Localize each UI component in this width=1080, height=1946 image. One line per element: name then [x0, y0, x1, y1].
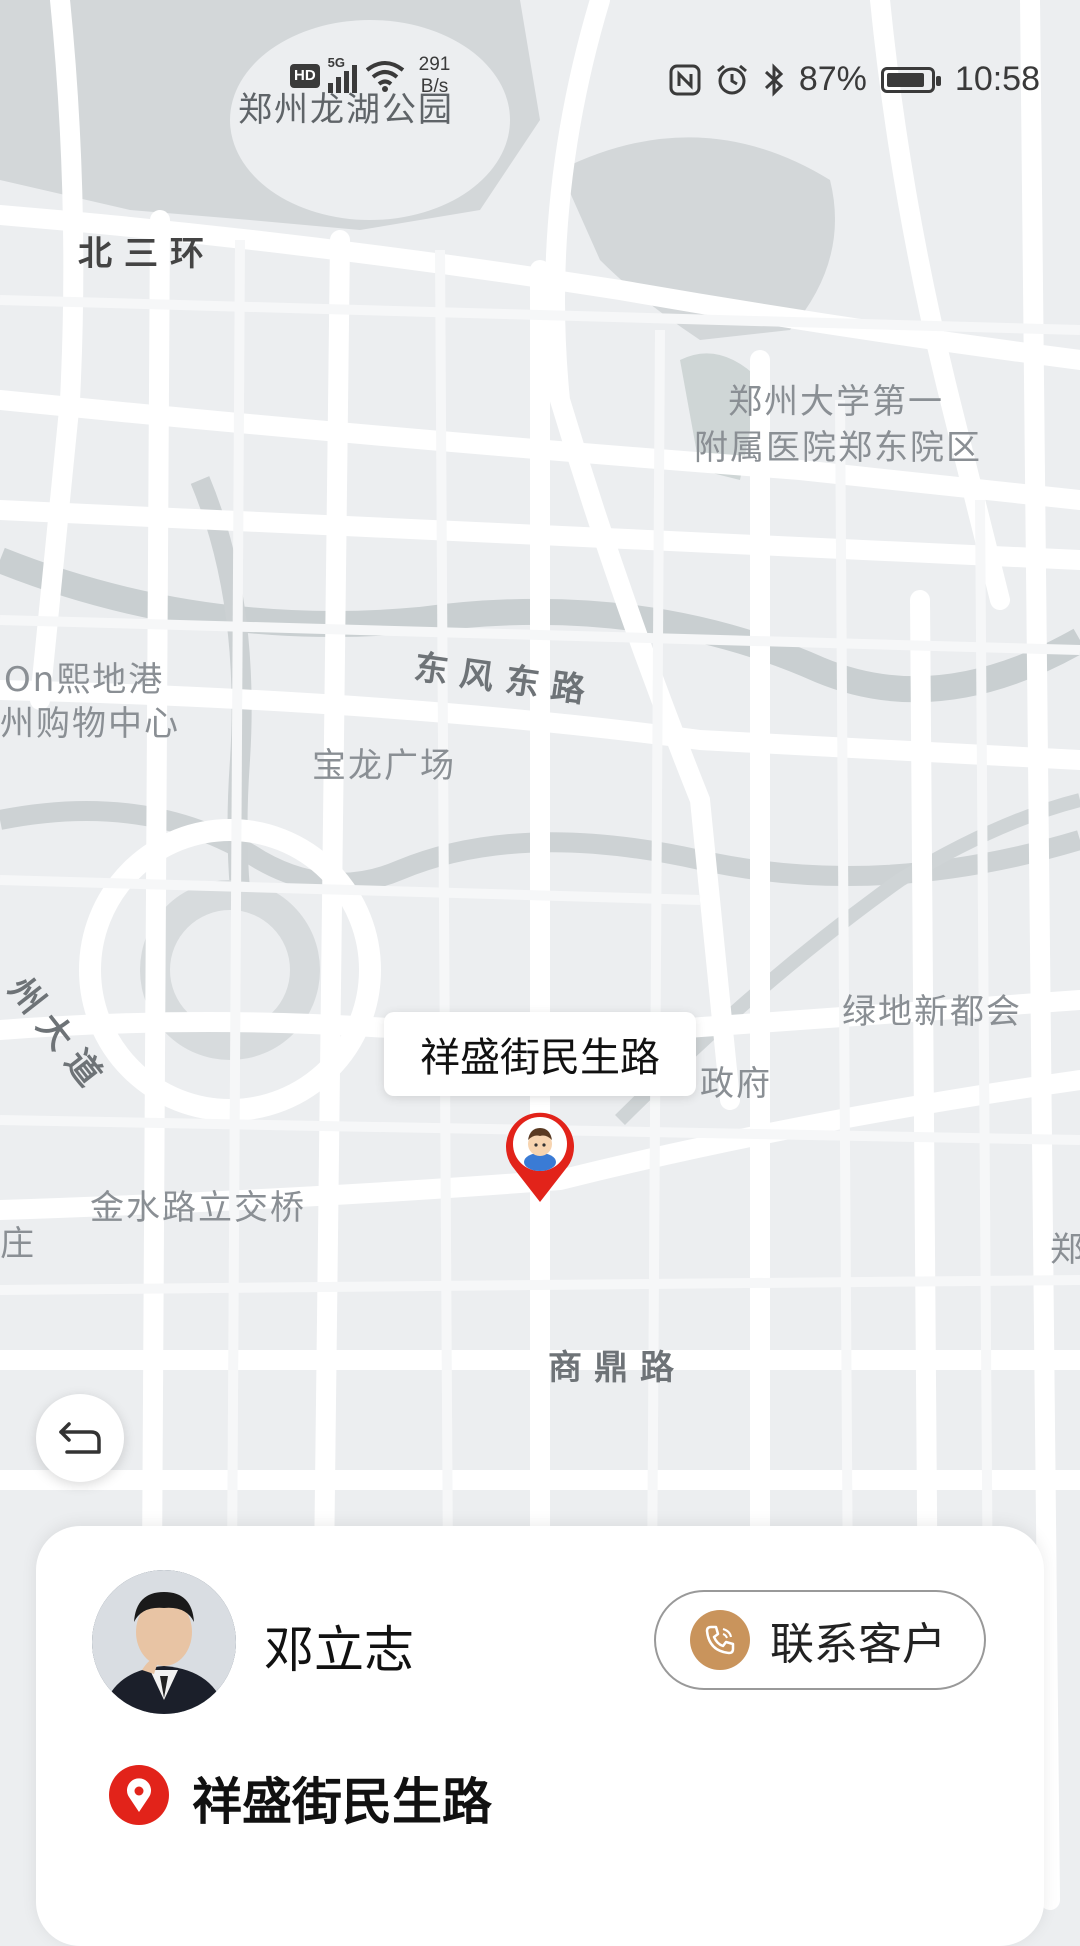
network-speed: 291 B/s: [418, 54, 451, 97]
map-label-government: 政府: [700, 1064, 772, 1104]
map-label-jinshui-bridge: 金水路立交桥: [90, 1188, 306, 1228]
wifi-icon: [365, 61, 404, 92]
map-label-shangding-road: 商鼎路: [548, 1348, 686, 1388]
map-label-hospital-line2: 附属医院郑东院区: [694, 428, 982, 468]
customer-card: 邓立志 联系客户 祥盛街民生路: [36, 1526, 1044, 1946]
location-pin-icon: [109, 1765, 169, 1825]
map-label-greenland: 绿地新都会: [842, 992, 1022, 1032]
phone-icon: [690, 1610, 750, 1670]
status-bar: HD 5G 291 B/s 87% 10:58: [0, 40, 1080, 120]
marker-callout[interactable]: 祥盛街民生路: [384, 1012, 696, 1096]
driver-location-marker[interactable]: [502, 1108, 578, 1204]
clock: 10:58: [954, 60, 1040, 98]
map-label-mall-line2: 州购物中心: [0, 704, 180, 744]
alarm-icon: [716, 64, 747, 94]
network-type: 5G: [327, 55, 346, 70]
avatar: [92, 1570, 236, 1714]
battery-icon: [880, 66, 941, 93]
customer-address: 祥盛街民生路: [192, 1773, 492, 1831]
bluetooth-icon: [764, 62, 784, 97]
customer-name: 邓立志: [264, 1621, 414, 1679]
map-label-zheng: 郑: [1050, 1230, 1080, 1270]
battery-percent: 87%: [798, 60, 867, 98]
map-label-baolong: 宝龙广场: [312, 746, 456, 786]
map-label-ring-road: 北三环: [78, 234, 216, 274]
map-label-hospital-line1: 郑州大学第一: [728, 382, 944, 422]
hd-badge: HD: [290, 64, 320, 88]
contact-customer-label: 联系客户: [770, 1619, 946, 1670]
map-label-mall-line1: On熙地港: [4, 660, 165, 700]
nfc-icon: [669, 64, 701, 95]
map-label-zhuang: 庄: [0, 1224, 36, 1264]
back-arrow-icon: [59, 1422, 101, 1454]
signal-icon: 5G: [327, 55, 357, 93]
contact-customer-button[interactable]: 联系客户: [654, 1590, 986, 1690]
back-button[interactable]: [36, 1394, 124, 1482]
